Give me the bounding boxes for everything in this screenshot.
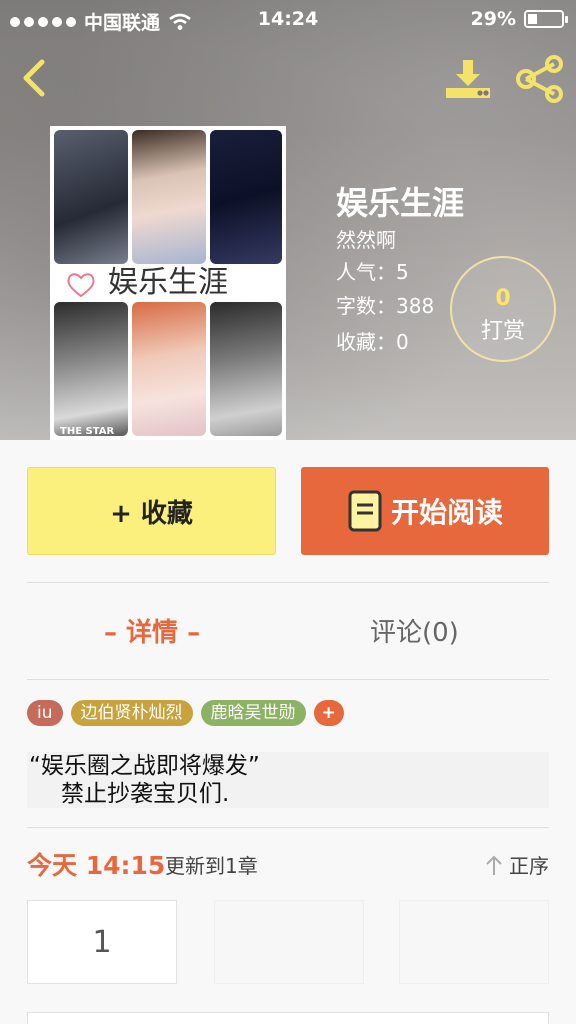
popularity-stat: 人气：5 [336, 260, 409, 284]
add-tag-button[interactable]: + [313, 700, 344, 726]
tag[interactable]: iu [27, 700, 63, 726]
sort-toggle[interactable]: 正序 [485, 850, 549, 879]
share-icon[interactable] [514, 54, 566, 104]
tab-comments[interactable]: 评论(0) [370, 612, 459, 649]
description-line: 禁止抄袭宝贝们. [61, 781, 230, 807]
start-reading-button[interactable]: 开始阅读 [301, 467, 549, 555]
start-reading-label: 开始阅读 [390, 496, 503, 529]
chapter-placeholder [399, 900, 549, 984]
book-title: 娱乐生涯 [336, 184, 465, 222]
tag[interactable]: 鹿晗吴世勋 [200, 700, 306, 726]
cover-photo [210, 302, 282, 436]
battery-icon [524, 10, 568, 28]
update-info: 今天 14:15 更新到1章 正序 [27, 846, 549, 880]
cover-caption: THE STAR [60, 426, 115, 437]
status-bar: 中国联通 14:24 29% [0, 0, 576, 40]
back-button[interactable] [16, 56, 52, 100]
divider [27, 679, 549, 680]
book-header: 中国联通 14:24 29% 娱乐生涯 THE STAR 娱乐生涯 然然啊 人气… [0, 0, 576, 440]
book-author[interactable]: 然然啊 [336, 224, 396, 253]
divider [27, 827, 549, 828]
cover-photo [54, 302, 128, 436]
tag-list: iu 边伯贤朴灿烈 鹿晗吴世勋 + [27, 700, 344, 726]
download-icon[interactable] [444, 58, 492, 100]
tip-button[interactable]: 0 打赏 [450, 256, 556, 362]
cover-photo [132, 130, 206, 264]
add-favorite-button[interactable]: + 收藏 [27, 467, 276, 555]
tip-count: 0 [495, 286, 511, 311]
cover-title: 娱乐生涯 [108, 265, 228, 300]
book-description: “娱乐圈之战即将爆发” 禁止抄袭宝贝们. [27, 752, 549, 808]
word-count-stat: 字数：388 [336, 294, 435, 318]
chapter-number: 1 [92, 924, 112, 960]
chapter-placeholder [214, 900, 364, 984]
favorites-stat: 收藏：0 [336, 330, 409, 354]
battery-percent: 29% [470, 8, 516, 30]
battery-group: 29% [470, 8, 568, 30]
book-icon [348, 490, 382, 532]
book-cover[interactable]: 娱乐生涯 THE STAR [50, 126, 286, 440]
arrow-up-icon [486, 855, 502, 875]
cover-photo [54, 130, 128, 264]
chapter-item[interactable]: 1 [27, 900, 177, 984]
add-favorite-label: + 收藏 [110, 498, 193, 529]
tab-detail[interactable]: – 详情 – [104, 612, 200, 649]
update-time: 今天 14:15 [27, 851, 166, 880]
description-line: “娱乐圈之战即将爆发” [29, 753, 260, 779]
update-text: 更新到1章 [165, 854, 258, 878]
cover-photo [132, 302, 206, 436]
tag[interactable]: 边伯贤朴灿烈 [70, 700, 193, 726]
sort-label: 正序 [509, 854, 549, 878]
tip-label: 打赏 [480, 319, 525, 344]
divider [27, 582, 549, 583]
list-card [27, 1012, 549, 1024]
cover-photo [210, 130, 282, 264]
